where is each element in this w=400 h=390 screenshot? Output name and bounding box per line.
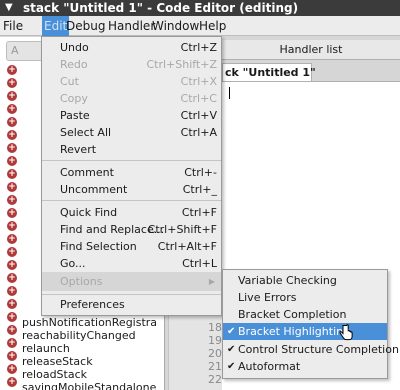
line-number: 22 (208, 373, 222, 386)
text-cursor (229, 87, 230, 99)
edit-menu: Undo Ctrl+Z Redo Ctrl+Shift+Z Cut Ctrl+X Co… (41, 36, 222, 316)
menu-separator (42, 160, 221, 161)
handler-error-icon: + (7, 377, 17, 387)
menu-item-uncomment[interactable]: Uncomment Ctrl+_ (42, 180, 221, 199)
menu-item-label: Go... (60, 257, 86, 270)
stack-tab[interactable]: ck "Untitled 1" (222, 63, 316, 81)
option-control-structure-completion[interactable]: ✔ Control Structure Completion (223, 341, 399, 358)
check-icon: ✔ (227, 361, 236, 372)
left-tab[interactable]: A (6, 41, 46, 61)
menu-separator (42, 200, 221, 201)
window-menu-chevron-icon[interactable]: ▼ (5, 0, 13, 16)
line-number: 20 (208, 347, 222, 360)
option-label: Variable Checking (238, 274, 337, 287)
handler-error-icon: + (7, 91, 17, 101)
menu-item-options[interactable]: Options ▶ (42, 272, 221, 291)
handler-error-icon: + (7, 65, 17, 75)
handler-error-icon: + (7, 260, 17, 270)
option-label: Bracket Completion (238, 308, 347, 321)
menu-item-label: Uncomment (60, 183, 128, 196)
submenu-arrow-icon: ▶ (208, 277, 215, 286)
handler-error-icon: + (7, 273, 17, 283)
option-label: Control Structure Completion (238, 343, 399, 356)
handler-item[interactable]: reachabilityChanged (22, 329, 136, 342)
handler-item[interactable]: reloadStack (22, 368, 87, 381)
handler-item[interactable]: releaseStack (22, 355, 93, 368)
handler-error-icon: + (7, 117, 17, 127)
handler-list-tab[interactable]: Handler list (222, 40, 400, 60)
handler-error-icon: + (7, 78, 17, 88)
handler-error-icon: + (7, 338, 17, 348)
menu-file[interactable]: File (1, 16, 25, 36)
line-number: 19 (208, 334, 222, 347)
handler-error-icon: + (7, 208, 17, 218)
handler-error-icon: + (7, 312, 17, 322)
menu-debug[interactable]: Debug (64, 16, 107, 36)
handler-item[interactable]: pushNotificationRegistra (22, 316, 157, 329)
option-bracket-highlighting[interactable]: ✔ Bracket Highlighting (223, 323, 387, 340)
handler-error-icon: + (7, 247, 17, 257)
handler-error-icon: + (7, 195, 17, 205)
handler-error-icon: + (7, 156, 17, 166)
line-number: 18 (208, 321, 222, 334)
option-label: Live Errors (238, 291, 297, 304)
option-live-errors[interactable]: Live Errors (223, 289, 387, 306)
menu-item-revert[interactable]: Revert (42, 140, 221, 159)
handler-error-icon: + (7, 351, 17, 361)
title-bar: ▼ stack "Untitled 1" - Code Editor (edit… (0, 0, 400, 16)
option-label: Autoformat (238, 360, 301, 373)
handler-error-icon: + (7, 169, 17, 179)
menu-item-label: Preferences (60, 298, 125, 311)
menu-window[interactable]: Window (150, 16, 201, 36)
handler-error-icon: + (7, 364, 17, 374)
menu-help[interactable]: Help (197, 16, 228, 36)
menu-item-shortcut: Ctrl+L (182, 257, 217, 270)
check-icon: ✔ (227, 326, 236, 337)
check-icon: ✔ (227, 344, 236, 355)
handler-error-icon: + (7, 104, 17, 114)
menu-item-label: Options (60, 275, 103, 288)
option-label: Bracket Highlighting (238, 325, 351, 338)
line-number: 21 (208, 360, 222, 373)
menu-item-shortcut: Ctrl+_ (182, 183, 217, 196)
handler-error-icon: + (7, 299, 17, 309)
menu-bar: File Edit Debug Handler Window Help (0, 16, 400, 36)
handler-error-icon: + (7, 286, 17, 296)
option-autoformat[interactable]: ✔ Autoformat (223, 358, 387, 375)
menu-item-label: Revert (60, 143, 97, 156)
handler-error-icon: + (7, 221, 17, 231)
option-variable-checking[interactable]: Variable Checking (223, 272, 387, 289)
handler-item[interactable]: relaunch (22, 342, 70, 355)
handler-error-icon: + (7, 325, 17, 335)
handler-error-icon: + (7, 234, 17, 244)
hand-pointer-icon (339, 324, 353, 341)
option-bracket-completion[interactable]: Bracket Completion (223, 306, 387, 323)
menu-item-preferences[interactable]: Preferences (42, 295, 221, 314)
handler-item[interactable]: savingMobileStandalone (22, 381, 156, 390)
window-title: stack "Untitled 1" - Code Editor (editin… (23, 1, 299, 15)
handler-error-icon: + (7, 182, 17, 192)
handler-error-icon: + (7, 143, 17, 153)
options-submenu: Variable Checking Live Errors Bracket Co… (222, 269, 399, 379)
menu-item-go[interactable]: Go... Ctrl+L (42, 254, 221, 273)
handler-error-icon: + (7, 130, 17, 140)
